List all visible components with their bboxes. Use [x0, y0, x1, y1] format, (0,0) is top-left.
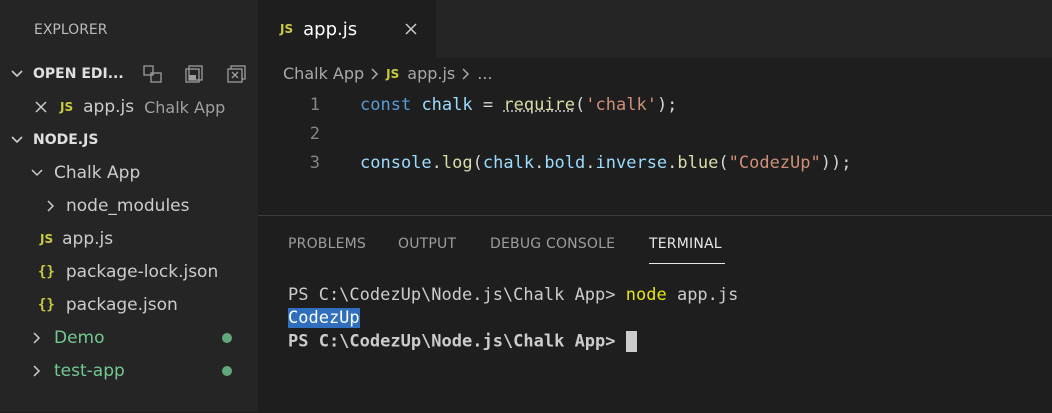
js-file-icon: JS [60, 100, 73, 114]
json-file-icon: {} [38, 264, 55, 280]
chevron-right-icon [30, 331, 44, 345]
code-text: const chalk = require('chalk'); [360, 95, 677, 115]
open-editor-folder: Chalk App [144, 98, 225, 117]
untracked-status-dot [222, 366, 232, 376]
tab-label: app.js [303, 19, 357, 40]
open-editors-label: OPEN EDI... [33, 66, 124, 82]
explorer-title: EXPLORER [34, 22, 108, 38]
terminal-line-3[interactable]: PS C:\CodezUp\Node.js\Chalk App> [288, 331, 637, 352]
code-line-3: 3 console.log(chalk.bold.inverse.blue("C… [258, 148, 1052, 178]
chevron-right-icon [44, 199, 58, 213]
tree-item-label: Demo [54, 328, 105, 348]
terminal-prompt: PS C:\CodezUp\Node.js\Chalk App> [288, 332, 626, 352]
chevron-right-icon [370, 67, 380, 81]
close-all-editors-icon[interactable] [226, 64, 248, 88]
tree-item-label: package-lock.json [66, 262, 218, 282]
breadcrumb-file[interactable]: app.js [407, 64, 455, 83]
breadcrumb-more[interactable]: ... [477, 64, 492, 83]
open-editors-header[interactable]: OPEN EDI... [0, 58, 258, 90]
new-untitled-file-icon[interactable] [142, 64, 164, 88]
workspace-header[interactable]: NODE.JS [0, 124, 258, 156]
close-icon[interactable] [404, 22, 418, 36]
tree-file-app-js[interactable]: JS app.js [0, 223, 258, 255]
tree-file-package-lock-json[interactable]: {} package-lock.json [0, 256, 258, 288]
terminal-command: node [626, 285, 667, 305]
chevron-down-icon [10, 133, 24, 147]
tree-item-label: app.js [62, 229, 113, 249]
tree-folder-chalk-app[interactable]: Chalk App [0, 157, 258, 189]
bottom-panel: PROBLEMS OUTPUT DEBUG CONSOLE TERMINAL P… [258, 215, 1052, 413]
terminal-line-1: PS C:\CodezUp\Node.js\Chalk App> node ap… [288, 285, 738, 305]
open-editor-filename: app.js [83, 97, 134, 117]
code-line-1: 1 const chalk = require('chalk'); [258, 90, 1052, 120]
terminal-cursor [626, 331, 637, 352]
line-number: 1 [280, 95, 320, 115]
chevron-right-icon [30, 364, 44, 378]
active-tab-indicator [649, 263, 725, 264]
tab-output[interactable]: OUTPUT [398, 236, 456, 252]
code-line-2: 2 [258, 119, 1052, 149]
editor-tab-bar: JS app.js [258, 0, 1052, 58]
tree-item-label: node_modules [66, 196, 190, 216]
untracked-status-dot [222, 333, 232, 343]
tree-item-label: package.json [66, 295, 178, 315]
tab-app-js[interactable]: JS app.js [258, 0, 436, 58]
tab-terminal[interactable]: TERMINAL [649, 236, 722, 252]
terminal-args: app.js [667, 285, 739, 305]
open-editor-item-app-js[interactable]: JS app.js Chalk App [0, 91, 258, 123]
save-all-icon[interactable] [184, 64, 206, 88]
breadcrumb-folder[interactable]: Chalk App [283, 64, 364, 83]
tree-folder-test-app[interactable]: test-app [0, 355, 258, 387]
chevron-down-icon [30, 166, 44, 180]
tree-item-label: Chalk App [54, 163, 140, 183]
chevron-down-icon [10, 67, 24, 81]
tree-file-package-json[interactable]: {} package.json [0, 289, 258, 321]
tree-folder-demo[interactable]: Demo [0, 322, 258, 354]
code-text: console.log(chalk.bold.inverse.blue("Cod… [360, 153, 851, 173]
js-file-icon: JS [386, 67, 399, 81]
line-number: 2 [280, 124, 320, 144]
tree-item-label: test-app [54, 361, 125, 381]
close-icon[interactable] [34, 100, 48, 114]
js-file-icon: JS [280, 22, 293, 36]
terminal-output: CodezUp [288, 308, 360, 328]
tree-folder-node-modules[interactable]: node_modules [0, 190, 258, 222]
explorer-sidebar: EXPLORER OPEN EDI... JS app.js Chalk App… [0, 0, 258, 412]
line-number: 3 [280, 153, 320, 173]
chevron-right-icon [461, 67, 471, 81]
terminal-prompt: PS C:\CodezUp\Node.js\Chalk App> [288, 285, 626, 305]
tab-problems[interactable]: PROBLEMS [288, 236, 366, 252]
breadcrumb: Chalk App JS app.js ... [283, 64, 493, 83]
json-file-icon: {} [38, 297, 55, 313]
tab-debug-console[interactable]: DEBUG CONSOLE [490, 236, 615, 252]
workspace-label: NODE.JS [33, 132, 98, 148]
terminal-line-2: CodezUp [288, 308, 360, 328]
js-file-icon: JS [40, 232, 53, 246]
